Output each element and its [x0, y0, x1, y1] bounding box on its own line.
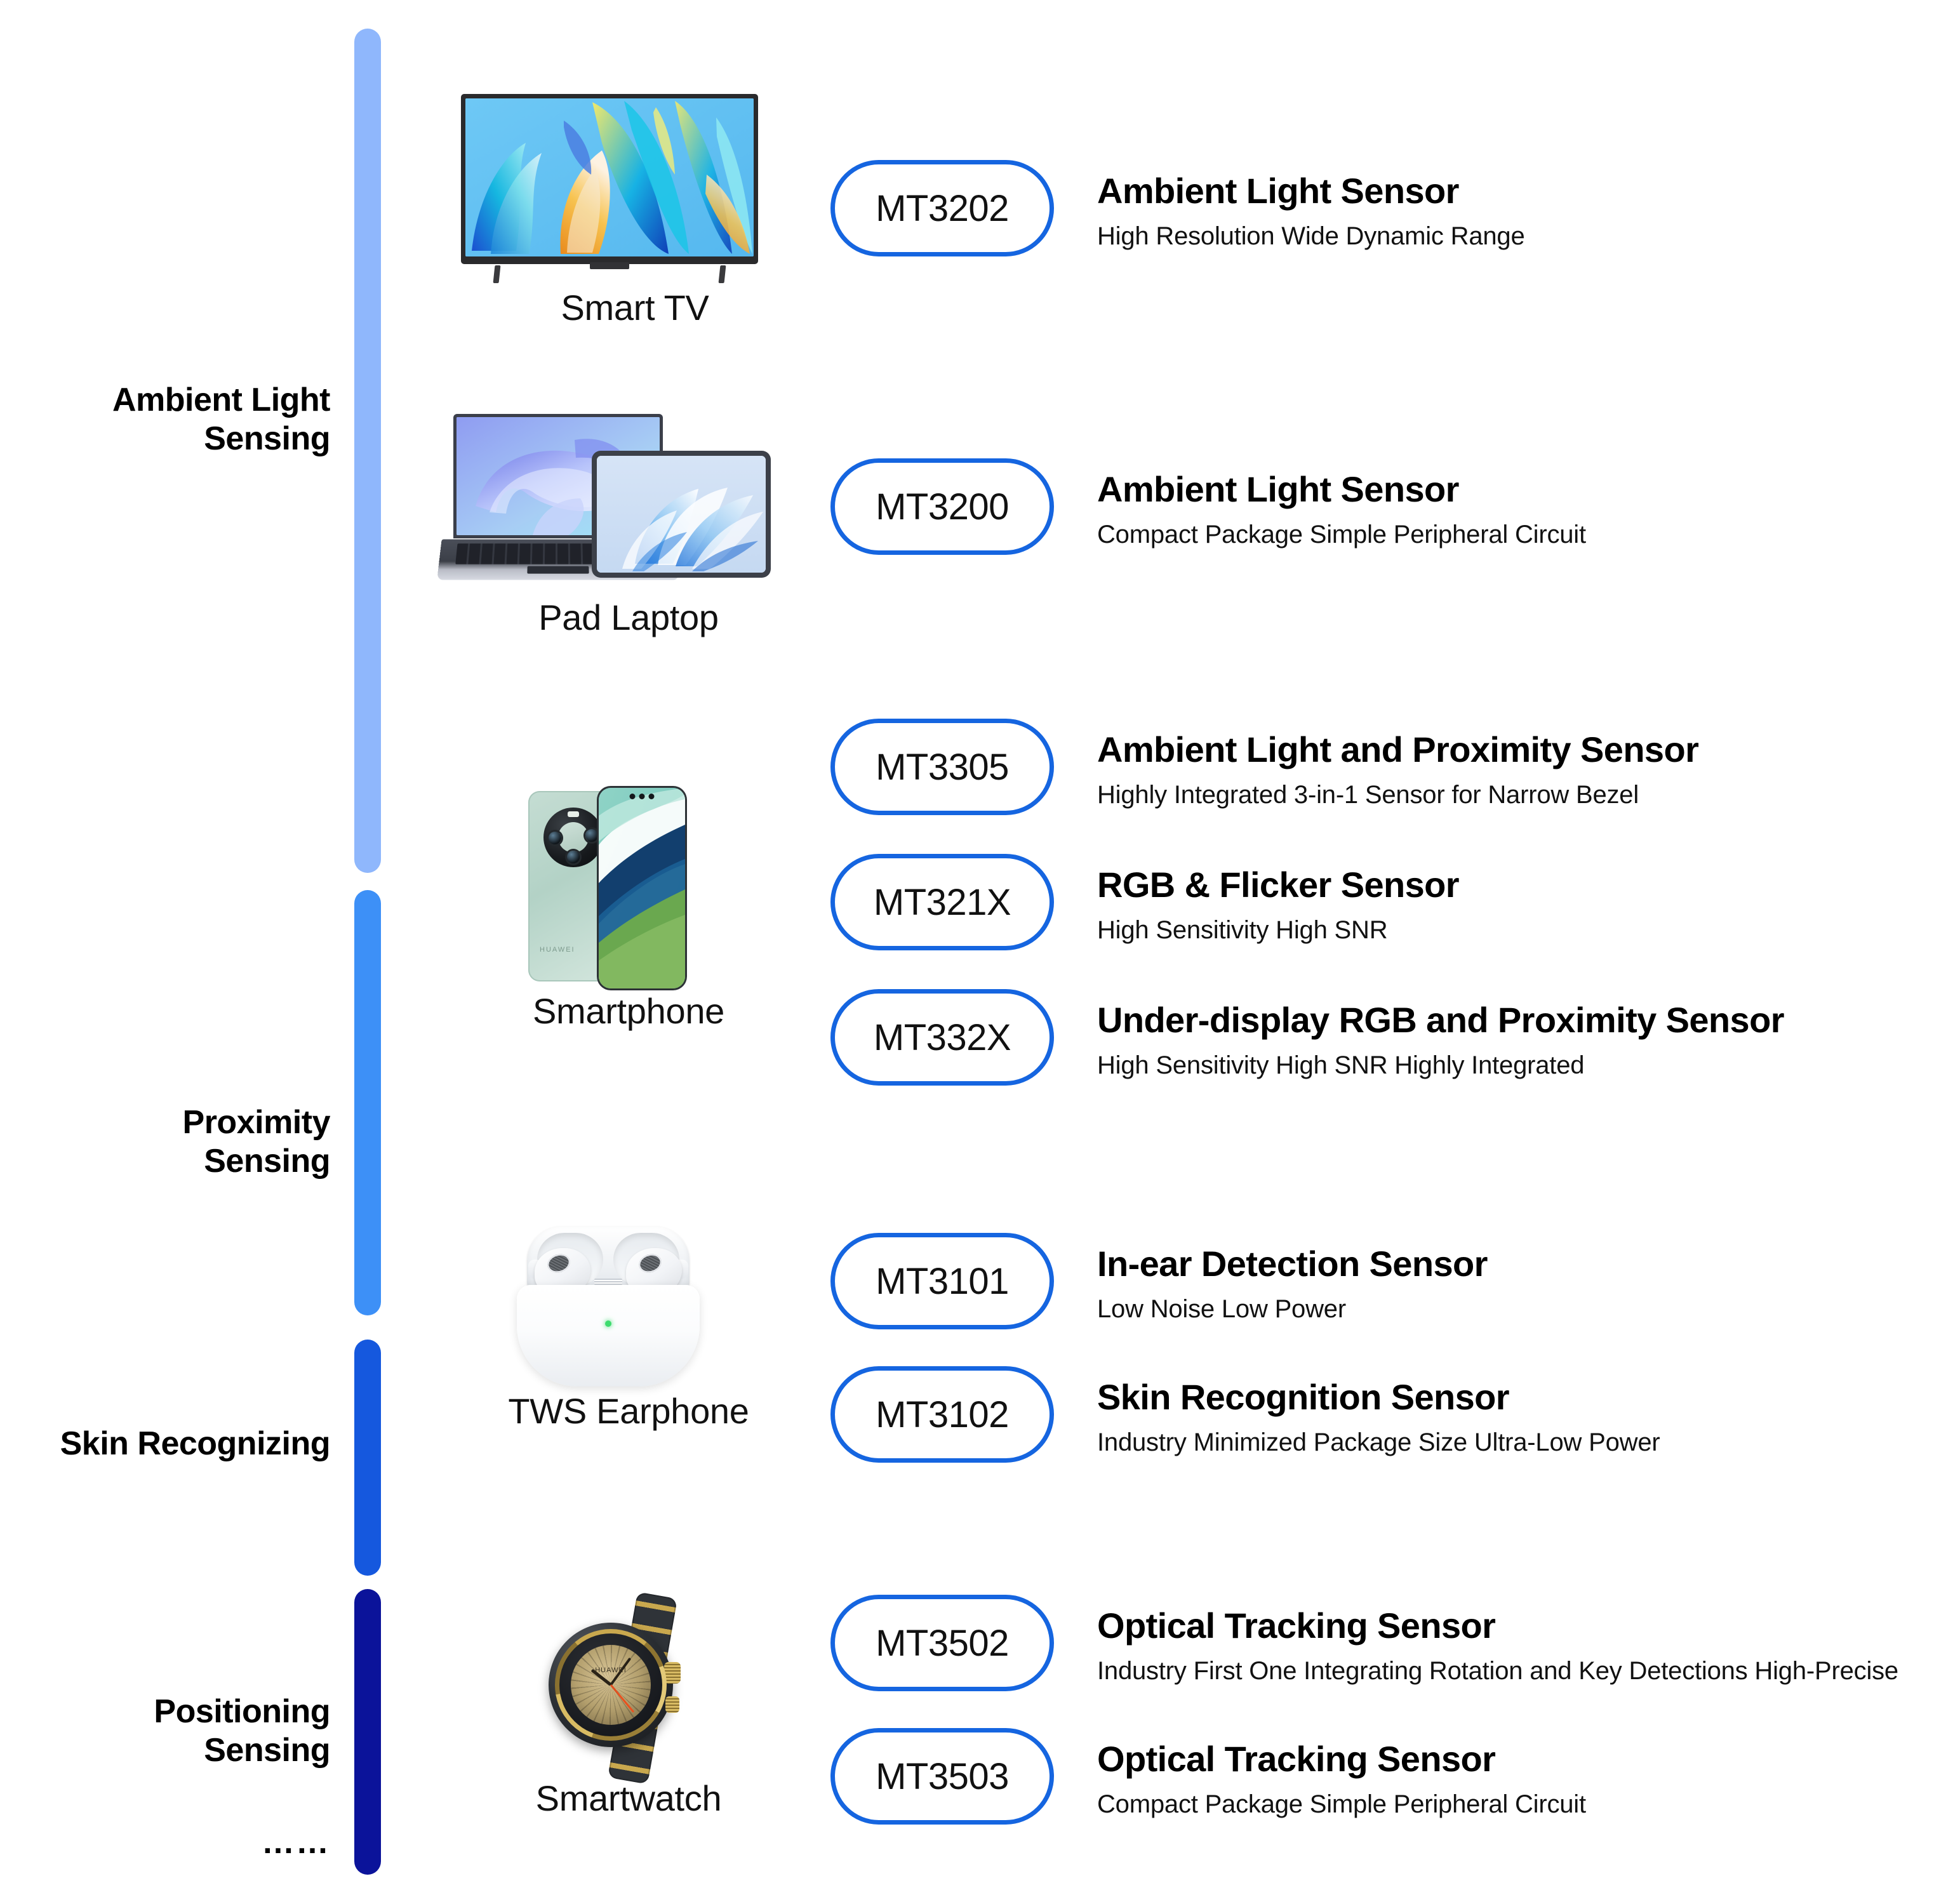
part-features: High Sensitivity High SNR Highly Integra…: [1097, 1051, 1585, 1079]
part-pill-mt3101[interactable]: MT3101: [830, 1233, 1054, 1329]
category-label-positioning: Positioning Sensing: [154, 1693, 330, 1769]
part-description-mt332x: Under-display RGB and Proximity Sensor H…: [1097, 1001, 1784, 1079]
device-image-tws-earphone: [513, 1224, 703, 1402]
part-code: MT3502: [876, 1622, 1009, 1664]
tv-frame: [461, 94, 758, 264]
camera-flash: [568, 811, 579, 817]
tv-stand-right: [718, 265, 726, 283]
part-description-mt3502: Optical Tracking Sensor Industry First O…: [1097, 1606, 1898, 1685]
part-code: MT3101: [876, 1260, 1009, 1302]
device-label-pad-laptop: Pad Laptop: [538, 597, 719, 637]
camera-lens-left: [549, 832, 561, 844]
tv-screen: [465, 98, 754, 256]
part-pill-mt332x[interactable]: MT332X: [830, 989, 1054, 1086]
part-pill-mt3305[interactable]: MT3305: [830, 719, 1054, 815]
part-description-mt3503: Optical Tracking Sensor Compact Package …: [1097, 1739, 1586, 1818]
part-features: Low Noise Low Power: [1097, 1294, 1346, 1323]
part-title: Ambient Light Sensor: [1097, 171, 1459, 211]
part-code: MT3102: [876, 1393, 1009, 1435]
part-description-mt3101: In-ear Detection Sensor Low Noise Low Po…: [1097, 1244, 1488, 1323]
phone-front: [597, 786, 687, 990]
part-features: Highly Integrated 3-in-1 Sensor for Narr…: [1097, 780, 1639, 809]
spine-segment-proximity: [354, 890, 381, 1315]
part-description-mt3200: Ambient Light Sensor Compact Package Sim…: [1097, 470, 1586, 549]
part-pill-mt3200[interactable]: MT3200: [830, 458, 1054, 555]
watch-second-hand: [610, 1684, 635, 1713]
part-code: MT321X: [873, 881, 1011, 923]
part-code: MT3200: [876, 486, 1009, 528]
part-title: RGB & Flicker Sensor: [1097, 865, 1460, 905]
part-code: MT3305: [876, 746, 1009, 788]
part-features: Compact Package Simple Peripheral Circui…: [1097, 1790, 1586, 1818]
device-image-smartphone: HUAWEI: [528, 786, 687, 995]
part-pill-mt3202[interactable]: MT3202: [830, 160, 1054, 256]
device-label-smartwatch: Smartwatch: [535, 1778, 722, 1818]
watch-case: HUAWEI: [549, 1623, 681, 1747]
device-image-smart-tv: [461, 94, 758, 284]
part-title: Ambient Light Sensor: [1097, 469, 1459, 509]
device-label-tws-earphone: TWS Earphone: [508, 1391, 749, 1431]
part-title: Optical Tracking Sensor: [1097, 1739, 1496, 1779]
part-features: Industry First One Integrating Rotation …: [1097, 1656, 1898, 1685]
watch-inner-bezel: HUAWEI: [559, 1633, 662, 1736]
part-code: MT3503: [876, 1755, 1009, 1797]
laptop-trackpad: [527, 566, 589, 574]
part-title: Skin Recognition Sensor: [1097, 1377, 1510, 1417]
category-label-proximity: Proximity Sensing: [182, 1104, 331, 1180]
part-code: MT332X: [873, 1016, 1011, 1058]
part-description-mt3102: Skin Recognition Sensor Industry Minimiz…: [1097, 1378, 1660, 1456]
phone-brand-mark: HUAWEI: [540, 946, 575, 954]
earbuds-status-led: [605, 1320, 611, 1327]
part-code: MT3202: [876, 187, 1009, 229]
device-image-pad-laptop: [432, 411, 775, 602]
spine-segment-skin: [354, 1340, 381, 1576]
part-description-mt3202: Ambient Light Sensor High Resolution Wid…: [1097, 171, 1525, 250]
category-label-skin-recognizing: Skin Recognizing: [60, 1425, 331, 1462]
part-title: Ambient Light and Proximity Sensor: [1097, 729, 1699, 769]
phone-camera-inner: [558, 822, 589, 853]
tv-center-foot: [590, 262, 629, 269]
part-title: Under-display RGB and Proximity Sensor: [1097, 1000, 1784, 1040]
watch-side-button: [665, 1696, 679, 1713]
earbuds-case-hinge: [594, 1279, 622, 1285]
part-description-mt3305: Ambient Light and Proximity Sensor Highl…: [1097, 729, 1699, 809]
device-label-smart-tv: Smart TV: [561, 288, 709, 328]
phone-camera-dots: [629, 794, 655, 799]
device-image-smartwatch: HUAWEI: [537, 1592, 715, 1785]
part-title: In-ear Detection Sensor: [1097, 1244, 1488, 1284]
tv-stand-left: [493, 265, 501, 283]
device-label-smartphone: Smartphone: [532, 991, 725, 1031]
part-pill-mt3503[interactable]: MT3503: [830, 1728, 1054, 1825]
part-features: Compact Package Simple Peripheral Circui…: [1097, 520, 1586, 549]
watch-brand-mark: HUAWEI: [595, 1666, 627, 1674]
spine-segment-positioning: [354, 1589, 381, 1875]
category-ellipsis: ……: [262, 1824, 330, 1861]
part-pill-mt3502[interactable]: MT3502: [830, 1595, 1054, 1691]
part-pill-mt321x[interactable]: MT321X: [830, 854, 1054, 950]
watch-dial: HUAWEI: [571, 1645, 651, 1725]
category-label-ambient-light: Ambient Light Sensing: [112, 382, 331, 458]
part-features: Industry Minimized Package Size Ultra-Lo…: [1097, 1428, 1660, 1456]
watch-crown: [664, 1662, 681, 1684]
phone-camera-ring: [543, 808, 603, 867]
earbuds-case-body: [517, 1285, 700, 1387]
sensor-portfolio-diagram: Ambient Light Sensing Proximity Sensing …: [0, 0, 1960, 1902]
camera-lens-right: [585, 829, 598, 842]
phone-screen: [599, 788, 685, 988]
part-pill-mt3102[interactable]: MT3102: [830, 1366, 1054, 1463]
camera-lens-bottom: [567, 851, 580, 863]
watch-bezel: HUAWEI: [555, 1629, 667, 1741]
part-features: High Resolution Wide Dynamic Range: [1097, 222, 1525, 250]
part-features: High Sensitivity High SNR: [1097, 915, 1388, 944]
part-description-mt321x: RGB & Flicker Sensor High Sensitivity Hi…: [1097, 865, 1460, 944]
tablet-screen: [597, 456, 766, 573]
tablet: [592, 451, 771, 578]
part-title: Optical Tracking Sensor: [1097, 1606, 1496, 1646]
spine-segment-ambient-light: [354, 29, 381, 873]
